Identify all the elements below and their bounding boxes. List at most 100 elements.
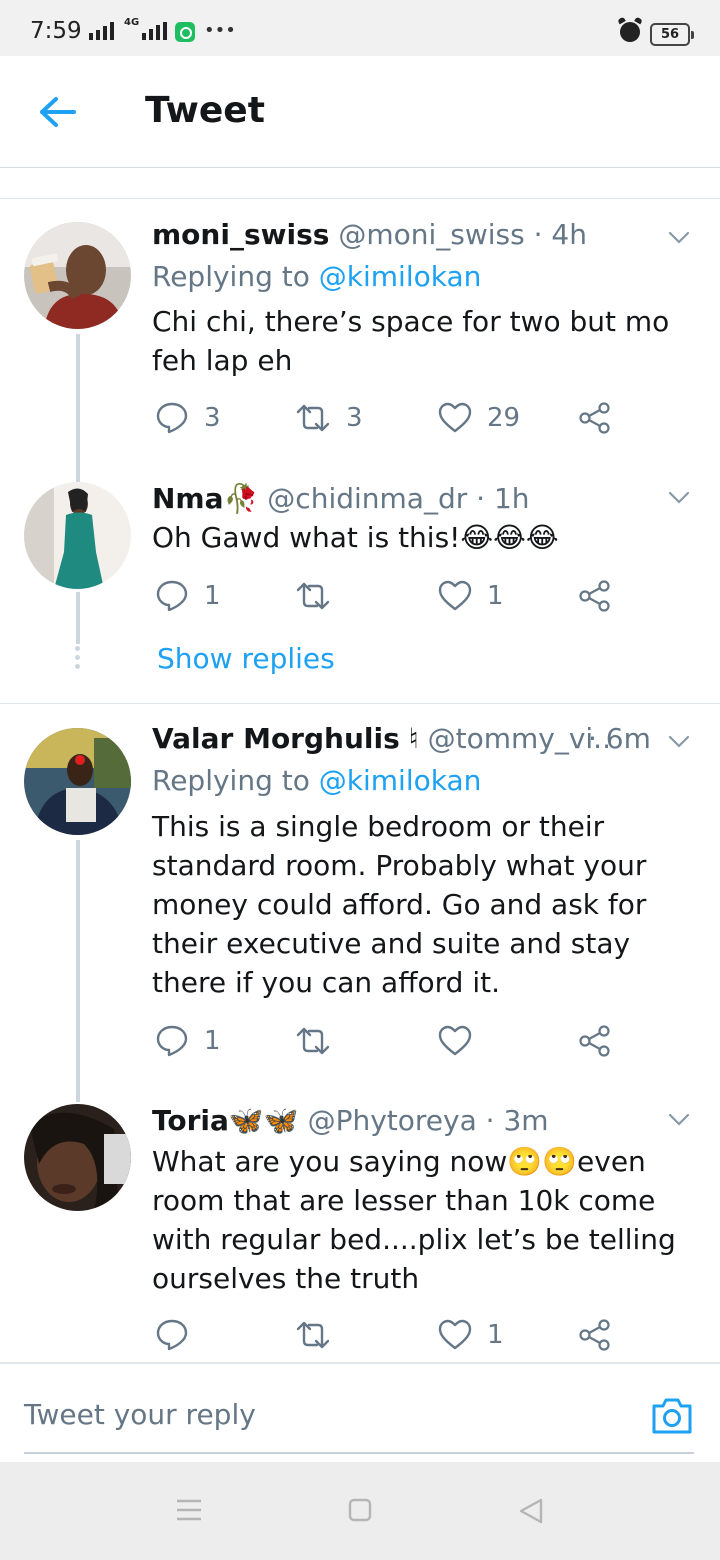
author-name-emoji: 🥀: [223, 482, 259, 515]
replying-to-link[interactable]: @kimilokan: [319, 260, 482, 293]
signal-4g-icon: [142, 22, 167, 40]
reply-composer: Tweet your reply: [0, 1362, 720, 1464]
heart-icon: [438, 580, 472, 611]
tweet-reply-input[interactable]: Tweet your reply: [24, 1398, 584, 1431]
status-bar: 7:59 4G ••• 56: [0, 0, 720, 56]
tweet-actions: 1 1: [152, 576, 632, 616]
status-time: 7:59: [30, 18, 82, 44]
tweet-text: What are you saying now🙄🙄even room that …: [152, 1145, 676, 1295]
alarm-icon: [620, 22, 640, 42]
chevron-down-icon[interactable]: [668, 734, 690, 748]
chevron-down-icon[interactable]: [668, 1112, 690, 1126]
author-name[interactable]: Valar Morghulis: [152, 722, 400, 755]
like-button[interactable]: 1: [438, 1315, 504, 1355]
heart-icon: [438, 1319, 472, 1350]
reply-count: 1: [204, 1026, 221, 1056]
retweet-button[interactable]: [295, 1315, 346, 1355]
share-icon: [579, 1025, 610, 1057]
tweet-card[interactable]: Valar Morghulis ♮ @tommy_vi... · 6m Repl…: [0, 704, 720, 1102]
home-square-icon[interactable]: [348, 1498, 372, 1526]
reply-count: 3: [204, 403, 221, 433]
replying-to-link[interactable]: @kimilokan: [319, 764, 482, 797]
heart-icon: [438, 1025, 472, 1056]
tweet-time: · 4h: [533, 218, 587, 251]
reply-icon: [156, 580, 188, 612]
tweet-time: · 6m: [588, 722, 651, 755]
author-handle[interactable]: @chidinma_dr: [267, 482, 467, 515]
chevron-down-icon[interactable]: [668, 230, 690, 244]
app-notification-icon: [175, 22, 195, 42]
replying-to-label: Replying to: [152, 260, 310, 293]
battery-icon: 56: [650, 23, 694, 46]
tweet-header: Valar Morghulis ♮ @tommy_vi...: [152, 722, 610, 755]
page-title: Tweet: [145, 90, 265, 131]
back-triangle-icon[interactable]: [518, 1498, 544, 1528]
retweet-button[interactable]: [295, 1021, 346, 1061]
tweet-header: Nma🥀 @chidinma_dr · 1h: [152, 482, 665, 515]
menu-icon[interactable]: [176, 1498, 202, 1526]
tweet-card[interactable]: Toria🦋🦋 @Phytoreya · 3m What are you say…: [0, 1086, 720, 1362]
like-button[interactable]: 1: [438, 576, 504, 616]
reply-button[interactable]: 1: [155, 1021, 221, 1061]
signal-icon: [89, 22, 114, 40]
author-handle[interactable]: @tommy_vi...: [428, 722, 610, 755]
retweet-icon: [296, 1321, 330, 1349]
author-handle[interactable]: @Phytoreya: [308, 1104, 477, 1137]
like-button[interactable]: 29: [438, 398, 520, 438]
reply-icon: [156, 402, 188, 434]
share-button[interactable]: [578, 576, 612, 616]
avatar[interactable]: [24, 728, 131, 835]
thread-line: [76, 840, 80, 1102]
author-name[interactable]: Toria: [152, 1104, 229, 1137]
replying-to-label: Replying to: [152, 764, 310, 797]
retweet-button[interactable]: [295, 576, 346, 616]
show-replies-link[interactable]: Show replies: [157, 642, 335, 675]
tweet-time: · 3m: [485, 1104, 549, 1137]
share-button[interactable]: [578, 1021, 612, 1061]
author-name-emoji: ♮: [408, 722, 419, 755]
like-count: 1: [487, 581, 504, 611]
tweet-header: moni_swiss @moni_swiss · 4h: [152, 218, 665, 251]
thread-more-dots: [75, 646, 81, 673]
tweet-actions: 1: [152, 1315, 632, 1355]
replying-to: Replying to @kimilokan: [152, 260, 481, 293]
reply-button[interactable]: [155, 1315, 204, 1355]
tweet-card[interactable]: Nma🥀 @chidinma_dr · 1h Oh Gawd what is t…: [0, 470, 720, 702]
tweet-text: Oh Gawd what is this!😂😂😂: [152, 521, 559, 554]
author-name[interactable]: Nma: [152, 482, 224, 515]
share-icon: [579, 580, 610, 612]
tweet-header: Toria🦋🦋 @Phytoreya · 3m: [152, 1104, 665, 1137]
tweet-text: This is a single bedroom or their standa…: [152, 810, 647, 999]
reply-button[interactable]: 3: [155, 398, 221, 438]
like-button[interactable]: [438, 1021, 487, 1061]
thread-line: [76, 592, 80, 644]
avatar[interactable]: [24, 482, 131, 589]
author-name-emoji: 🦋🦋: [228, 1104, 299, 1137]
avatar[interactable]: [24, 1104, 131, 1211]
retweet-icon: [296, 1027, 330, 1055]
like-count: 29: [487, 403, 521, 433]
retweet-button[interactable]: 3: [295, 398, 363, 438]
reply-icon: [156, 1025, 188, 1057]
reply-icon: [156, 1319, 188, 1351]
share-button[interactable]: [578, 1315, 612, 1355]
top-app-bar: Tweet: [0, 56, 720, 168]
retweet-count: 3: [346, 403, 363, 433]
arrow-left-icon[interactable]: [38, 96, 78, 128]
share-button[interactable]: [578, 398, 612, 438]
thread-line: [76, 334, 80, 482]
author-handle[interactable]: @moni_swiss: [338, 218, 524, 251]
system-nav-bar: [0, 1462, 720, 1560]
author-name[interactable]: moni_swiss: [152, 218, 329, 251]
chevron-down-icon[interactable]: [668, 490, 690, 504]
tweet-time: · 1h: [476, 482, 530, 515]
replying-to: Replying to @kimilokan: [152, 764, 481, 797]
avatar[interactable]: [24, 222, 131, 329]
tweet-card[interactable]: moni_swiss @moni_swiss · 4h Replying to …: [0, 200, 720, 482]
tweet-actions: 1: [152, 1021, 632, 1061]
share-icon: [579, 1319, 610, 1351]
signal-4g-label: 4G: [124, 17, 140, 28]
reply-button[interactable]: 1: [155, 576, 221, 616]
camera-icon[interactable]: [650, 1396, 694, 1436]
heart-icon: [438, 402, 472, 433]
